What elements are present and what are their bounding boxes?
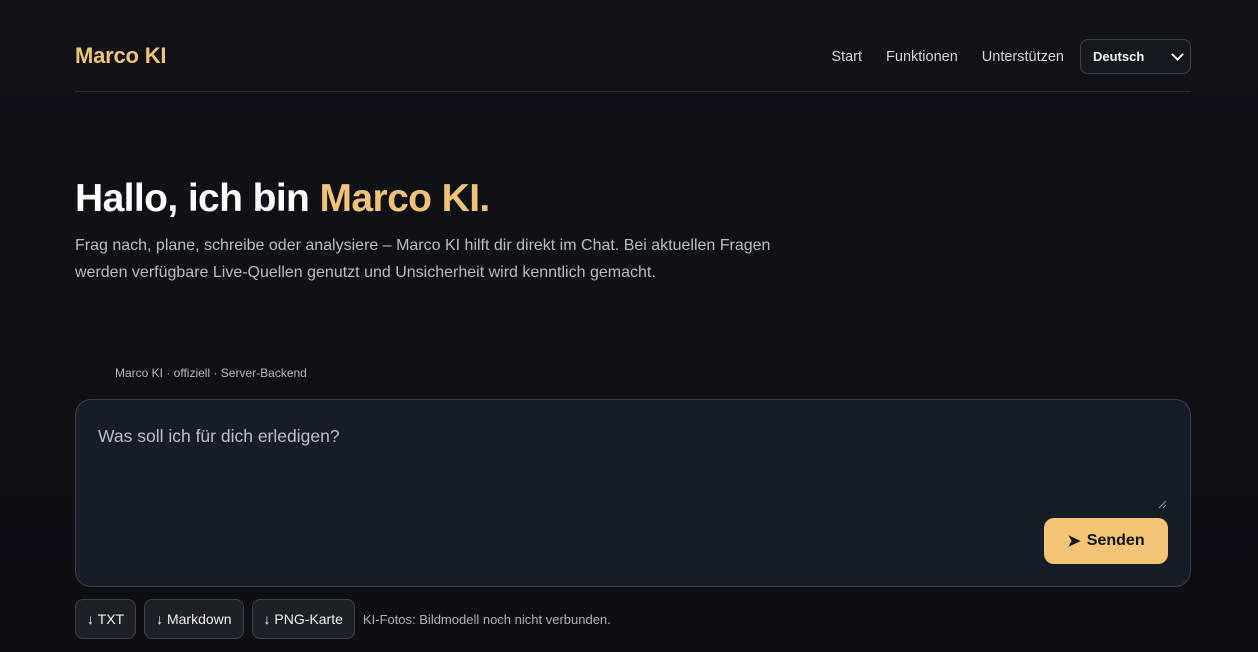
send-button[interactable]: ➤ Senden [1044, 518, 1168, 564]
hero-section: Hallo, ich bin Marco KI. Frag nach, plan… [75, 178, 795, 286]
hero-title-accent: Marco KI. [319, 177, 491, 220]
language-select[interactable]: Deutsch [1080, 39, 1191, 74]
chat-meta-label: Marco KI · offiziell · Server-Backend [115, 366, 307, 380]
resize-grip-icon[interactable] [1158, 500, 1167, 509]
prompt-input[interactable]: Was soll ich für dich erledigen? [98, 426, 1168, 510]
nav-link-funktionen[interactable]: Funktionen [886, 40, 958, 74]
download-actions: ↓ TXT ↓ Markdown ↓ PNG-Karte KI-Fotos: B… [75, 599, 611, 639]
brand-logo[interactable]: Marco KI [75, 43, 167, 69]
download-png-button[interactable]: ↓ PNG-Karte [251, 599, 355, 639]
main-nav: Start Funktionen Unterstützen Deutsch [831, 39, 1191, 74]
download-txt-button[interactable]: ↓ TXT [75, 599, 137, 639]
send-icon: ➤ [1067, 533, 1081, 550]
hero-description: Frag nach, plane, schreibe oder analysie… [75, 237, 771, 281]
language-select-value: Deutsch [1093, 49, 1145, 64]
chat-composer: Was soll ich für dich erledigen? ➤ Sende… [75, 399, 1191, 587]
page: Marco KI Start Funktionen Unterstützen D… [0, 0, 1258, 652]
hero-title: Hallo, ich bin Marco KI. [75, 178, 795, 220]
nav-link-unterstuetzen[interactable]: Unterstützen [982, 40, 1064, 74]
site-header: Marco KI Start Funktionen Unterstützen D… [75, 0, 1191, 92]
hero-title-prefix: Hallo, ich bin [75, 177, 320, 220]
send-button-label: Senden [1086, 532, 1145, 549]
download-markdown-button[interactable]: ↓ Markdown [144, 599, 244, 639]
nav-link-start[interactable]: Start [831, 40, 862, 74]
chevron-down-icon [1171, 48, 1184, 61]
image-model-status: KI-Fotos: Bildmodell noch nicht verbunde… [362, 611, 611, 627]
